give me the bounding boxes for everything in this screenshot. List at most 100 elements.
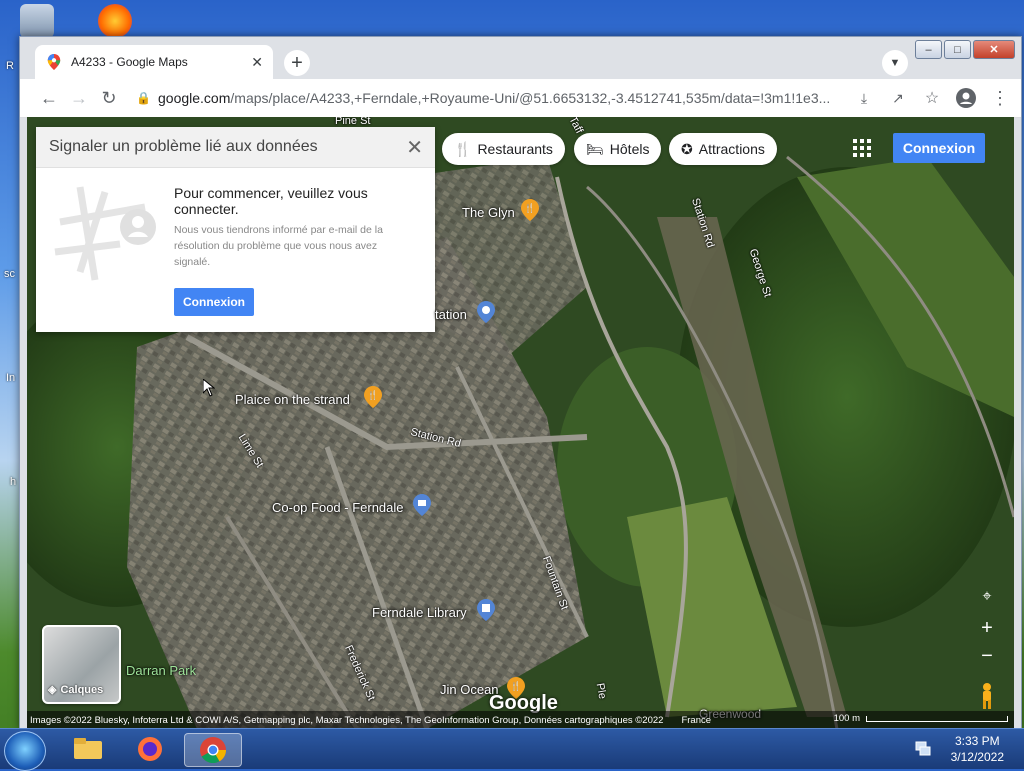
firefox-taskbar-icon[interactable] [130, 733, 170, 765]
download-icon: ⤓ [860, 89, 868, 106]
chrome-icon [200, 737, 227, 764]
reload-icon: ↻ [101, 87, 117, 108]
browser-toolbar: ← → ↻ 🔒 google.com/maps/place/A4233,+Fer… [20, 79, 1021, 118]
recycle-bin-icon[interactable] [20, 4, 54, 38]
place-label[interactable]: Ferndale Library [372, 605, 467, 620]
fork-knife-icon: 🍴 [454, 140, 472, 157]
layers-toggle[interactable]: ◈ Calques [42, 625, 121, 704]
firefox-icon [138, 737, 162, 761]
chevron-down-icon: ▼ [889, 57, 901, 69]
scale-bar[interactable]: 100 m [834, 713, 1008, 724]
reload-button[interactable]: ↻ [94, 83, 124, 113]
explorer-taskbar-icon[interactable] [68, 733, 108, 765]
taskbar: 3:33 PM 3/12/2022 [0, 728, 1024, 771]
tab-title: A4233 - Google Maps [71, 55, 188, 69]
desktop-label: R [6, 60, 14, 72]
panel-main-text: Pour commencer, veuillez vous connecter. [174, 185, 368, 217]
back-button[interactable]: ← [34, 83, 64, 113]
forward-button[interactable]: → [64, 83, 94, 113]
tab-search-button[interactable]: ▼ [882, 50, 908, 76]
browser-tab[interactable]: A4233 - Google Maps ✕ [35, 45, 273, 79]
scale-label: 100 m [833, 713, 860, 724]
bookmark-button[interactable]: ☆ [917, 83, 947, 113]
panel-sub-text: Nous vous tiendrons informé par e-mail d… [174, 224, 383, 268]
place-label[interactable]: The Glyn [462, 205, 515, 220]
mouse-cursor-icon [203, 379, 215, 397]
station-pin-icon[interactable] [477, 301, 495, 323]
chip-label: Restaurants [477, 141, 553, 157]
plus-icon: + [981, 616, 993, 639]
my-location-button[interactable]: ⌖ [974, 584, 1000, 610]
browser-window: – □ ✕ A4233 - Google Maps ✕ + ▼ ← → ↻ 🔒 … [19, 36, 1022, 730]
zoom-in-button[interactable]: + [974, 615, 1000, 641]
close-icon[interactable]: ✕ [406, 135, 423, 160]
avatar-icon [956, 88, 976, 108]
clock-date: 3/12/2022 [950, 750, 1004, 764]
map-person-illustration-icon [54, 186, 156, 281]
clock-time: 3:33 PM [954, 734, 1000, 748]
desktop-label: sc [4, 268, 15, 280]
close-window-button[interactable]: ✕ [973, 40, 1015, 59]
layers-label-wrap: ◈ Calques [48, 683, 103, 697]
install-button[interactable]: ⤓ [849, 83, 879, 113]
chip-restaurants[interactable]: 🍴 Restaurants [442, 133, 565, 165]
url-host: google.com [158, 90, 231, 106]
sign-in-button[interactable]: Connexion [893, 133, 985, 163]
chip-hotels[interactable]: 🛏 Hôtels [574, 133, 662, 165]
chrome-taskbar-icon[interactable] [184, 733, 242, 767]
chip-label: Hôtels [609, 141, 650, 157]
system-clock[interactable]: 3:33 PM 3/12/2022 [951, 733, 1004, 765]
panel-title: Signaler un problème lié aux données [49, 138, 318, 155]
attribution-bar: Images ©2022 Bluesky, Infoterra Ltd & CO… [27, 711, 1014, 729]
street-label: Pine St [335, 117, 371, 127]
ferris-wheel-icon: ✪ [681, 140, 693, 157]
maps-pin-icon [47, 54, 61, 70]
folder-icon [74, 738, 102, 759]
library-pin-icon[interactable] [477, 599, 495, 621]
place-label[interactable]: tation [435, 307, 467, 322]
share-icon: ↗ [892, 89, 904, 106]
scale-bar-line [866, 715, 1008, 722]
minimize-button[interactable]: – [915, 40, 942, 59]
place-label[interactable]: Plaice on the strand [235, 392, 350, 407]
star-icon: ☆ [924, 90, 940, 107]
country-link[interactable]: France [681, 715, 711, 726]
map-viewport[interactable]: 🍴 Restaurants 🛏 Hôtels ✪ Attractions Con… [27, 117, 1014, 729]
panel-header: Signaler un problème lié aux données ✕ [36, 127, 435, 168]
share-button[interactable]: ↗ [883, 83, 913, 113]
menu-button[interactable]: ⋮ [985, 83, 1015, 113]
lock-icon: 🔒 [136, 91, 151, 105]
google-apps-icon[interactable] [853, 139, 871, 157]
desktop-label: h [10, 476, 17, 488]
firefox-desktop-icon[interactable] [98, 4, 132, 38]
attribution-text: Images ©2022 Bluesky, Infoterra Ltd & CO… [30, 714, 664, 726]
toolbar-actions: ⤓ ↗ ☆ ⋮ [849, 83, 1015, 113]
pegman-icon[interactable] [978, 683, 996, 709]
zoom-out-button[interactable]: − [974, 643, 1000, 669]
svg-text:🍴: 🍴 [367, 389, 378, 401]
shop-pin-icon[interactable] [413, 494, 431, 516]
panel-sign-in-button[interactable]: Connexion [174, 288, 254, 316]
url-path: /maps/place/A4233,+Ferndale,+Royaume-Uni… [230, 90, 831, 106]
place-label[interactable]: Co-op Food - Ferndale [272, 500, 404, 515]
maximize-button[interactable]: □ [944, 40, 971, 59]
restaurant-pin-icon[interactable]: 🍴 [364, 386, 382, 408]
arrow-left-icon: ← [40, 87, 58, 108]
start-button[interactable] [4, 731, 46, 771]
chip-attractions[interactable]: ✪ Attractions [669, 133, 777, 165]
new-tab-button[interactable]: + [284, 50, 310, 76]
kebab-menu-icon: ⋮ [991, 87, 1009, 108]
chip-label: Attractions [698, 141, 765, 157]
minus-icon: − [981, 644, 993, 667]
restaurant-pin-icon[interactable]: 🍴 [521, 199, 539, 221]
network-icon[interactable] [914, 739, 932, 757]
layers-icon: ◈ [48, 684, 57, 696]
report-problem-panel: Signaler un problème lié aux données ✕ P… [36, 127, 435, 332]
tab-close-icon[interactable]: ✕ [251, 54, 263, 71]
profile-button[interactable] [951, 83, 981, 113]
address-bar[interactable]: 🔒 google.com/maps/place/A4233,+Ferndale,… [132, 83, 849, 113]
svg-text:🍴: 🍴 [524, 202, 535, 214]
place-label[interactable]: Darran Park [126, 663, 196, 678]
bed-icon: 🛏 [586, 140, 604, 157]
desktop-label: In [6, 372, 16, 384]
